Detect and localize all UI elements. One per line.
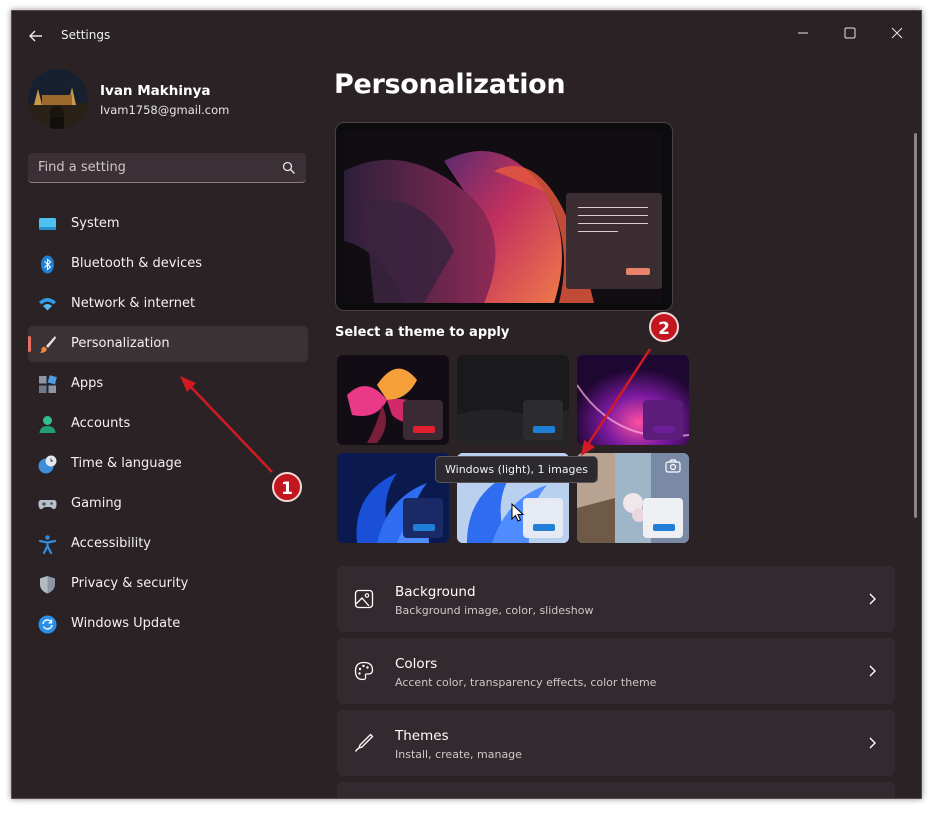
card-title: Background [395,584,476,600]
theme-accent-chip [643,400,683,440]
app-title: Settings [61,28,111,42]
page-title: Personalization [334,69,566,100]
title-bar: Settings [12,11,921,61]
accessibility-icon [38,535,57,554]
gamepad-icon [38,500,57,510]
sidebar-item-time-language[interactable]: Time & language [28,446,308,482]
sidebar-item-label: Apps [71,376,104,391]
pen-icon [354,733,374,752]
sidebar-nav: System Bluetooth & devices Network & int… [28,206,308,646]
background-setting-card[interactable]: Background Background image, color, slid… [337,566,895,632]
sidebar-item-bluetooth[interactable]: Bluetooth & devices [28,246,308,282]
chevron-right-icon [869,737,876,749]
preview-line [578,223,648,224]
theme-thumbnail-windows-dark[interactable] [337,453,449,543]
palette-icon [354,661,374,681]
card-title: Themes [395,728,449,744]
wifi-icon [39,298,56,311]
sidebar-item-apps[interactable]: Apps [28,366,308,402]
theme-tooltip: Windows (light), 1 images [435,456,599,483]
image-icon [354,589,374,609]
colors-setting-card[interactable]: Colors Accent color, transparency effect… [337,638,895,704]
sidebar-item-label: Gaming [71,496,122,511]
chevron-right-icon [869,665,876,677]
sidebar-item-privacy[interactable]: Privacy & security [28,566,308,602]
back-arrow-icon[interactable] [25,25,47,47]
user-email: Ivam1758@gmail.com [100,103,230,117]
avatar[interactable] [28,69,88,129]
preview-line [578,215,648,216]
sidebar-item-label: Windows Update [71,616,181,631]
sidebar-item-label: Bluetooth & devices [71,256,202,271]
maximize-button[interactable] [833,19,867,47]
theme-accent-chip [523,498,563,538]
sidebar-item-label: Personalization [71,336,170,351]
theme-accent-bar [413,524,435,531]
theme-accent-bar [413,426,435,433]
close-button[interactable] [880,19,914,47]
card-subtitle: Background image, color, slideshow [395,604,594,617]
card-subtitle: Install, create, manage [395,748,522,761]
theme-section-label: Select a theme to apply [335,325,510,340]
theme-accent-bar [653,426,675,433]
sidebar-item-accounts[interactable]: Accounts [28,406,308,442]
search-box[interactable] [28,153,306,183]
next-setting-card[interactable] [337,782,895,798]
bluetooth-icon [41,255,54,274]
chevron-right-icon [869,593,876,605]
avatar-photo-icon [28,69,88,129]
camera-icon [665,459,681,473]
sidebar-item-label: Privacy & security [71,576,189,591]
card-subtitle: Accent color, transparency effects, colo… [395,676,657,689]
theme-accent-bar [533,426,555,433]
theme-preview [335,122,673,311]
minimize-button[interactable] [786,19,820,47]
theme-thumbnail-glow[interactable] [577,355,689,445]
theme-accent-chip [403,400,443,440]
brush-icon [40,336,56,353]
shield-icon [40,576,55,594]
user-name: Ivan Makhinya [100,83,211,99]
preview-button [626,268,650,275]
search-icon[interactable] [282,161,296,175]
sidebar-item-windows-update[interactable]: Windows Update [28,606,308,642]
sidebar-item-label: Network & internet [71,296,196,311]
sidebar-item-gaming[interactable]: Gaming [28,486,308,522]
annotation-marker-2: 2 [649,312,679,342]
theme-accent-chip [523,400,563,440]
theme-thumbnail-flower[interactable] [337,355,449,445]
scrollbar[interactable] [914,133,917,518]
active-indicator [28,336,31,352]
sidebar-item-network[interactable]: Network & internet [28,286,308,322]
theme-thumbnail-dark[interactable] [457,355,569,445]
theme-accent-bar [653,524,675,531]
sidebar-item-label: Time & language [71,456,182,471]
annotation-marker-1: 1 [272,472,302,502]
preview-line [578,207,648,208]
clock-globe-icon [38,455,57,474]
settings-window: Settings Ivan Makhinya Ivam1758@gmail.co… [11,10,922,799]
search-input[interactable] [38,160,268,175]
theme-accent-chip [643,498,683,538]
preview-window [566,193,662,289]
preview-line [578,231,618,232]
desktop-preview [344,131,662,303]
theme-accent-bar [533,524,555,531]
card-title: Colors [395,656,438,672]
themes-setting-card[interactable]: Themes Install, create, manage [337,710,895,776]
sidebar-item-system[interactable]: System [28,206,308,242]
sidebar-item-accessibility[interactable]: Accessibility [28,526,308,562]
account-icon [39,416,56,433]
system-icon [39,218,56,230]
sidebar-item-label: Accounts [71,416,131,431]
sidebar-item-personalization[interactable]: Personalization [28,326,308,362]
mouse-cursor-icon [511,503,525,522]
apps-icon [39,375,57,393]
theme-accent-chip [403,498,443,538]
sidebar-item-label: System [71,216,120,231]
sidebar-item-label: Accessibility [71,536,151,551]
update-icon [38,615,57,634]
